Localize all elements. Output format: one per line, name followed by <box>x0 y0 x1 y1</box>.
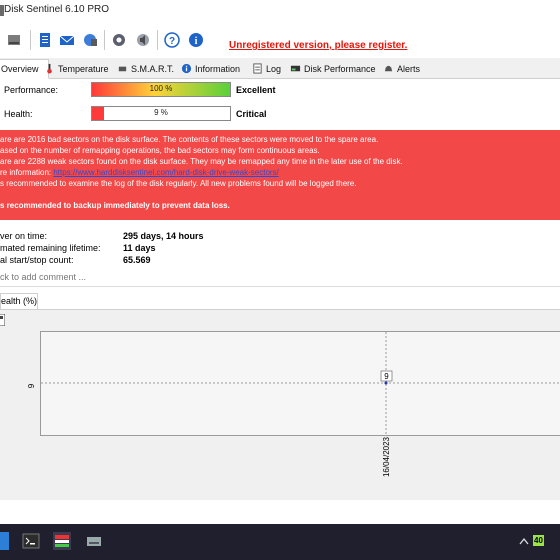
title-bar: Disk Sentinel 6.10 PRO <box>0 0 560 22</box>
network-icon[interactable] <box>82 32 98 48</box>
health-label: Health: <box>4 109 33 119</box>
chart-axes-svg: 9 16/04/2023 <box>27 383 391 477</box>
performance-status: Excellent <box>236 85 276 95</box>
svg-text:?: ? <box>169 36 175 47</box>
tab-label: S.M.A.R.T. <box>131 63 175 74</box>
comment-field[interactable]: ck to add comment ... <box>0 270 560 287</box>
alert-line: are are 2288 weak sectors found on the d… <box>0 157 403 166</box>
chart-tab-label: ealth (%) <box>1 296 38 306</box>
mail-icon[interactable] <box>59 32 75 48</box>
start-stop-count-value: 65.569 <box>123 255 151 265</box>
alert-line: s recommended to examine the log of the … <box>0 179 357 188</box>
alert-line: ased on the number of remapping operatio… <box>0 146 320 155</box>
taskbar: 40 <box>0 524 560 560</box>
info-icon[interactable]: i <box>188 32 204 48</box>
remaining-lifetime-value: 11 days <box>123 243 156 253</box>
unregistered-link[interactable]: Unregistered version, please register. <box>229 40 407 51</box>
performance-percent: 100 % <box>149 84 173 93</box>
help-icon[interactable]: ? <box>164 32 180 48</box>
battery-badge[interactable]: 40 <box>533 535 544 546</box>
alert-more-info-label: re information: <box>0 168 54 177</box>
tab-temperature[interactable]: Temperature <box>44 60 109 77</box>
toolbar-separator <box>30 30 31 50</box>
tab-disk-performance[interactable]: Disk Performance <box>290 60 376 77</box>
tab-alerts[interactable]: Alerts <box>383 60 420 77</box>
health-status: Critical <box>236 109 267 119</box>
tab-label: Log <box>266 63 282 74</box>
chart-x-tick-label: 16/04/2023 <box>382 436 391 477</box>
alert-backup-warning: s recommended to backup immediately to p… <box>0 201 230 210</box>
chart-y-tick-label: 9 <box>27 383 36 388</box>
performance-label: Performance: <box>4 85 59 95</box>
tab-label: Alerts <box>397 63 421 74</box>
tab-overview[interactable]: Overview <box>0 59 49 79</box>
toolbar-separator <box>157 30 158 50</box>
alert-line: are are 2016 bad sectors on the disk sur… <box>0 135 379 144</box>
start-stop-count-label: al start/stop count: <box>0 255 74 265</box>
alert-line-more-info: re information: https://www.harddisksent… <box>0 167 279 178</box>
health-alert-box: are are 2016 bad sectors on the disk sur… <box>0 130 560 220</box>
disk-sentinel-taskbar-icon[interactable] <box>53 532 71 550</box>
toolbar-separator <box>104 30 105 50</box>
remaining-lifetime-label: mated remaining lifetime: <box>0 243 101 253</box>
drive-icon[interactable] <box>6 32 22 48</box>
chip-icon <box>118 66 127 72</box>
window-title: Disk Sentinel 6.10 PRO <box>4 4 110 15</box>
tab-health-chart[interactable]: ealth (%) <box>0 293 38 310</box>
tab-smart[interactable]: S.M.A.R.T. <box>117 60 174 77</box>
health-percent: 9 % <box>154 108 168 117</box>
comment-placeholder: ck to add comment ... <box>0 272 87 282</box>
health-bar: 9 % <box>91 106 231 121</box>
document-icon[interactable] <box>37 32 53 48</box>
taskbar-app-icon[interactable] <box>0 532 9 550</box>
performance-icon <box>290 65 301 72</box>
tab-label: Disk Performance <box>304 63 376 74</box>
tab-label: Information <box>195 63 241 74</box>
power-on-time-label: ver on time: <box>0 231 48 241</box>
power-on-time-value: 295 days, 14 hours <box>123 231 204 241</box>
tab-bar: Overview Temperature S.M.A.R.T. Informat… <box>0 58 560 79</box>
tab-label: Overview <box>1 64 39 74</box>
performance-bar: 100 % <box>91 82 231 97</box>
alert-icon <box>384 65 393 72</box>
gear-icon[interactable] <box>111 32 127 48</box>
info-icon <box>181 63 192 74</box>
drive-tool-icon[interactable] <box>85 532 103 550</box>
weak-sectors-link[interactable]: https://www.harddisksentinel.com/hard-di… <box>53 168 278 177</box>
speaker-icon[interactable] <box>135 32 151 48</box>
log-icon <box>253 63 262 74</box>
thermometer-icon <box>47 63 52 74</box>
tab-log[interactable]: Log <box>252 60 281 77</box>
terminal-icon[interactable] <box>22 532 40 550</box>
tab-label: Temperature <box>58 63 109 74</box>
tab-information[interactable]: Information <box>181 60 240 77</box>
svg-text:i: i <box>195 36 198 47</box>
chevron-up-icon[interactable] <box>519 537 529 546</box>
